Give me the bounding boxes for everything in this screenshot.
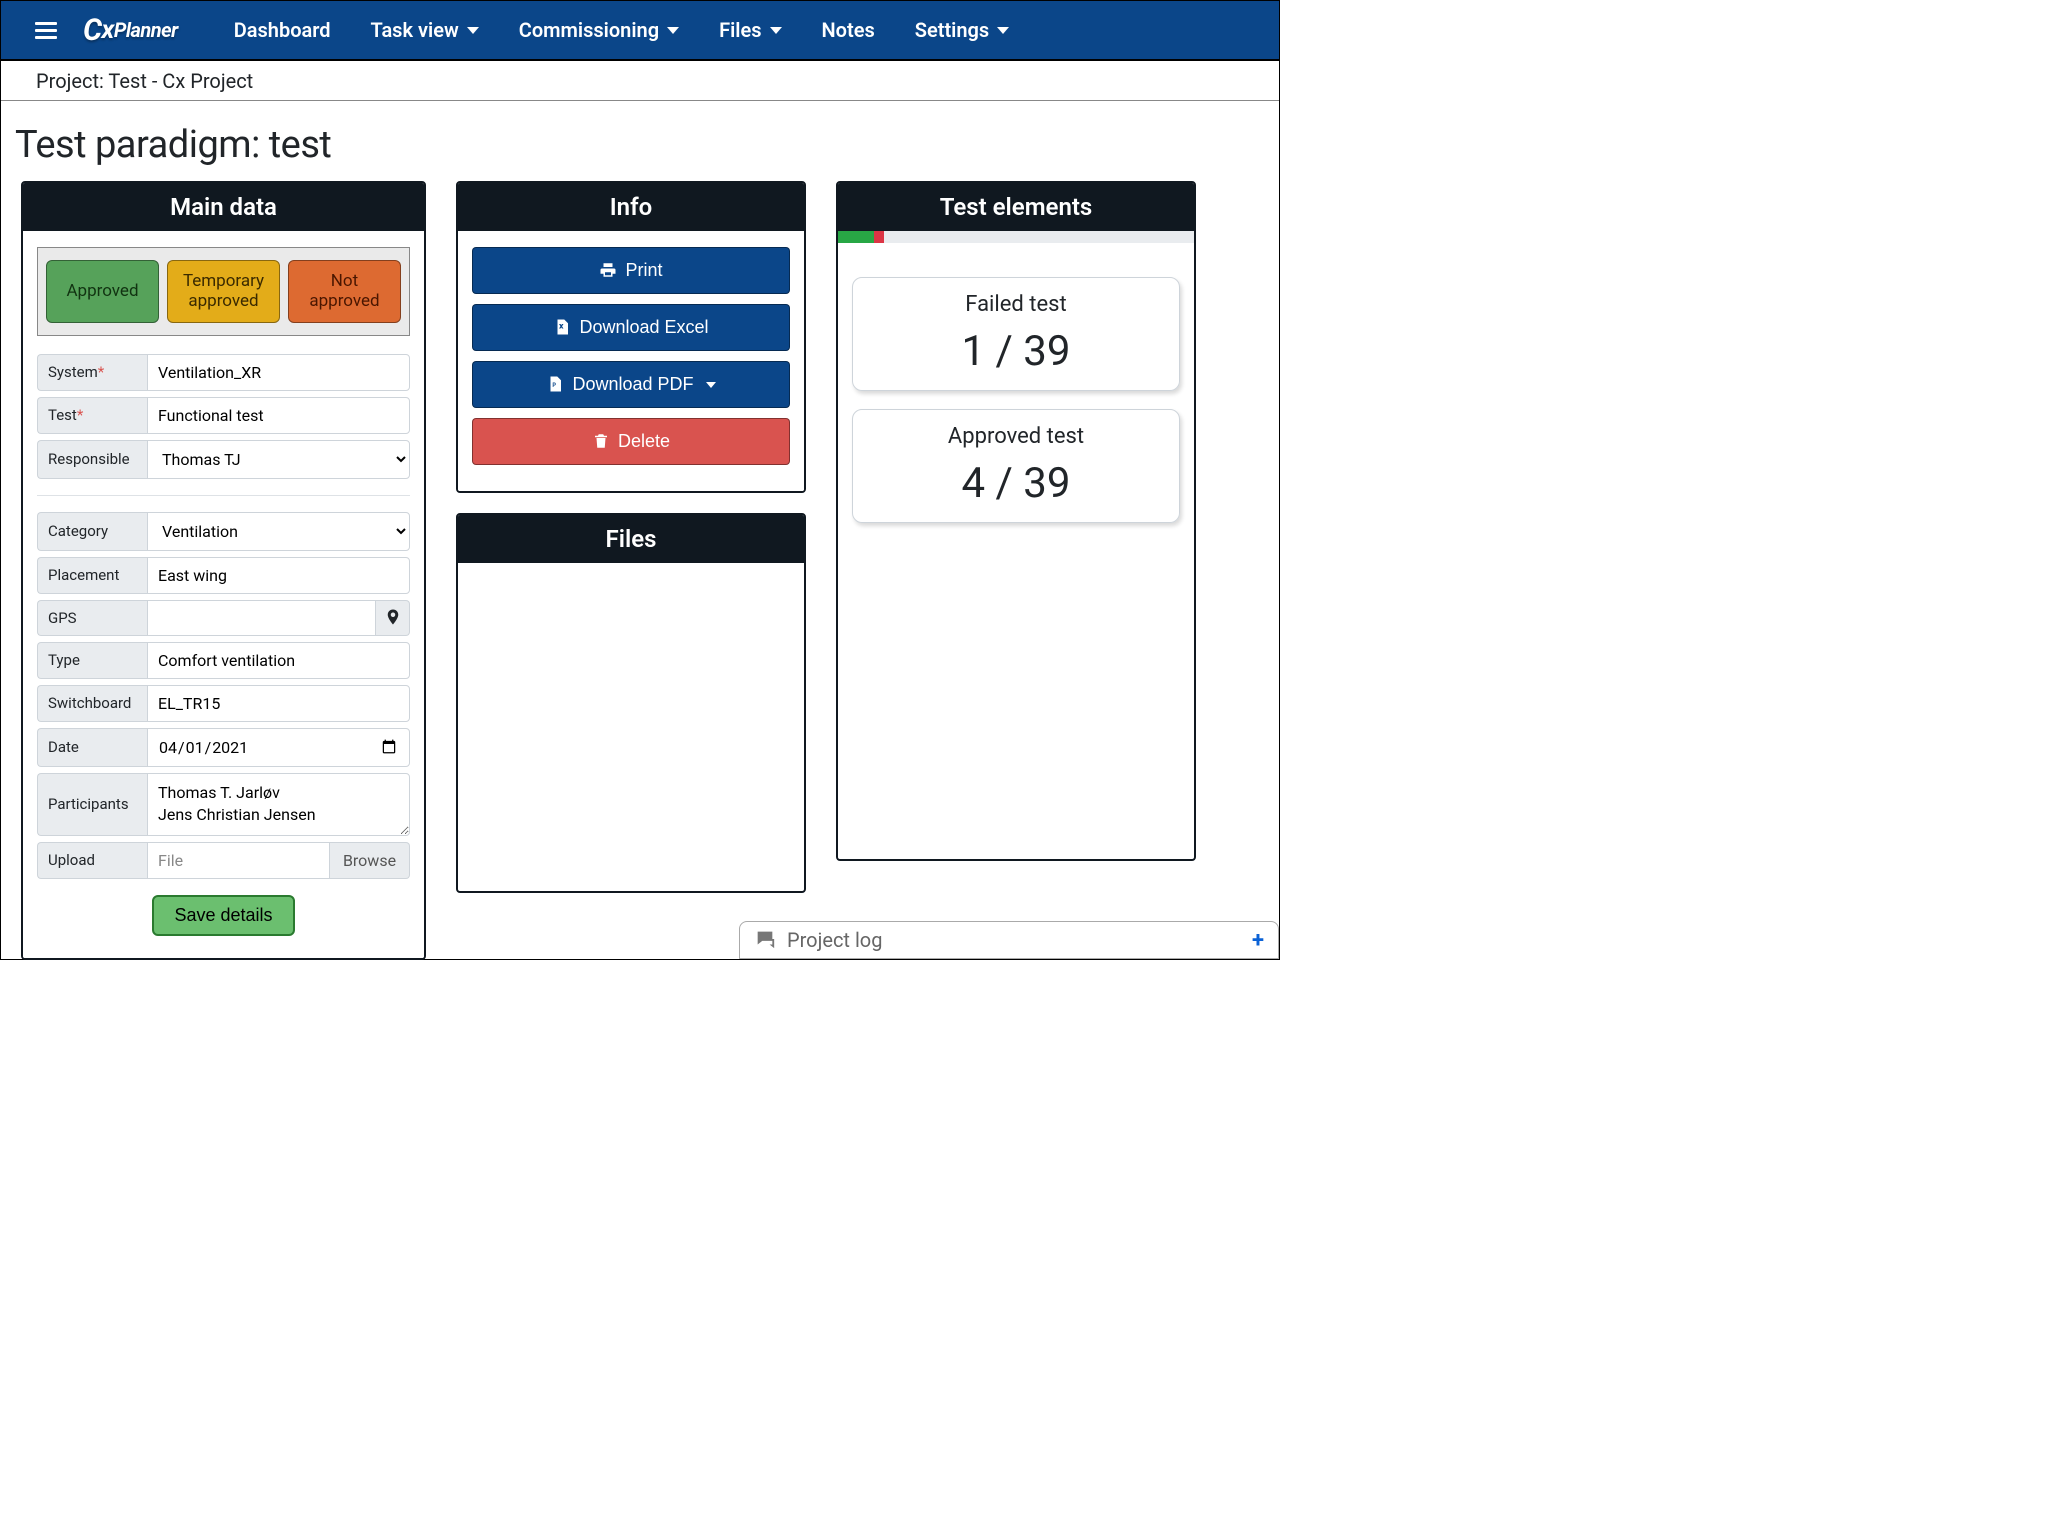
failed-test-title: Failed test <box>867 292 1165 317</box>
date-input[interactable] <box>147 728 410 767</box>
logo[interactable]: CxPlanner <box>83 13 178 48</box>
nav-dashboard[interactable]: Dashboard <box>234 18 331 42</box>
system-input[interactable] <box>147 354 410 391</box>
category-select[interactable]: Ventilation <box>147 512 410 551</box>
file-pdf-icon <box>546 374 564 395</box>
nav-notes[interactable]: Notes <box>822 18 875 42</box>
responsible-select[interactable]: Thomas TJ <box>147 440 410 479</box>
status-buttons: Approved Temporary approved Not approved <box>37 247 410 336</box>
page-title: Test paradigm: test <box>1 101 1279 181</box>
test-input[interactable] <box>147 397 410 434</box>
nav-links: Dashboard Task view Commissioning Files … <box>234 18 1009 42</box>
label-date: Date <box>37 728 147 767</box>
label-switchboard: Switchboard <box>37 685 147 722</box>
gps-locate-button[interactable] <box>376 600 410 636</box>
progress-bar <box>838 231 1194 243</box>
label-system: System* <box>37 354 147 391</box>
main-data-panel: Main data Approved Temporary approved No… <box>21 181 426 960</box>
progress-approved <box>838 231 874 243</box>
navbar: CxPlanner Dashboard Task view Commission… <box>1 1 1279 61</box>
failed-test-card[interactable]: Failed test 1 / 39 <box>852 277 1180 391</box>
info-panel: Info Print Download Excel Download PDF <box>456 181 806 493</box>
main-data-header: Main data <box>23 183 424 231</box>
type-input[interactable] <box>147 642 410 679</box>
files-panel: Files <box>456 513 806 893</box>
label-test: Test* <box>37 397 147 434</box>
project-log-label: Project log <box>787 928 882 952</box>
nav-files[interactable]: Files <box>719 18 781 42</box>
project-log-bar[interactable]: Project log + <box>739 921 1279 959</box>
status-not-approved-button[interactable]: Not approved <box>288 260 401 323</box>
chevron-down-icon <box>467 27 479 34</box>
browse-button[interactable]: Browse <box>330 842 410 879</box>
label-type: Type <box>37 642 147 679</box>
download-excel-button[interactable]: Download Excel <box>472 304 790 351</box>
approved-test-value: 4 / 39 <box>867 459 1165 508</box>
status-approved-button[interactable]: Approved <box>46 260 159 323</box>
chat-icon <box>754 928 781 952</box>
approved-test-title: Approved test <box>867 424 1165 449</box>
print-icon <box>599 260 617 281</box>
placement-input[interactable] <box>147 557 410 594</box>
menu-toggle[interactable] <box>35 22 57 39</box>
trash-icon <box>592 431 610 452</box>
file-excel-icon <box>553 317 571 338</box>
approved-test-card[interactable]: Approved test 4 / 39 <box>852 409 1180 523</box>
files-body <box>458 563 804 595</box>
nav-commissioning[interactable]: Commissioning <box>519 18 679 42</box>
progress-failed <box>874 231 885 243</box>
files-header: Files <box>458 515 804 563</box>
test-elements-header: Test elements <box>838 183 1194 231</box>
test-elements-panel: Test elements Failed test 1 / 39 Approve… <box>836 181 1196 861</box>
print-button[interactable]: Print <box>472 247 790 294</box>
info-header: Info <box>458 183 804 231</box>
label-placement: Placement <box>37 557 147 594</box>
label-gps: GPS <box>37 600 147 636</box>
label-participants: Participants <box>37 773 147 836</box>
plus-icon[interactable]: + <box>1252 928 1264 953</box>
gps-input[interactable] <box>147 600 376 636</box>
save-details-button[interactable]: Save details <box>152 895 294 936</box>
chevron-down-icon <box>770 27 782 34</box>
file-input[interactable]: File <box>147 842 330 879</box>
nav-settings[interactable]: Settings <box>915 18 1009 42</box>
label-category: Category <box>37 512 147 551</box>
chevron-down-icon <box>706 382 716 388</box>
map-pin-icon <box>384 607 402 628</box>
nav-task-view[interactable]: Task view <box>371 18 479 42</box>
divider <box>37 495 410 496</box>
label-responsible: Responsible <box>37 440 147 479</box>
switchboard-input[interactable] <box>147 685 410 722</box>
status-temporary-button[interactable]: Temporary approved <box>167 260 280 323</box>
download-pdf-button[interactable]: Download PDF <box>472 361 790 408</box>
delete-button[interactable]: Delete <box>472 418 790 465</box>
participants-textarea[interactable]: Thomas T. Jarløv Jens Christian Jensen <box>147 773 410 836</box>
failed-test-value: 1 / 39 <box>867 327 1165 376</box>
chevron-down-icon <box>667 27 679 34</box>
chevron-down-icon <box>997 27 1009 34</box>
label-upload: Upload <box>37 842 147 879</box>
project-breadcrumb: Project: Test - Cx Project <box>1 61 1279 101</box>
